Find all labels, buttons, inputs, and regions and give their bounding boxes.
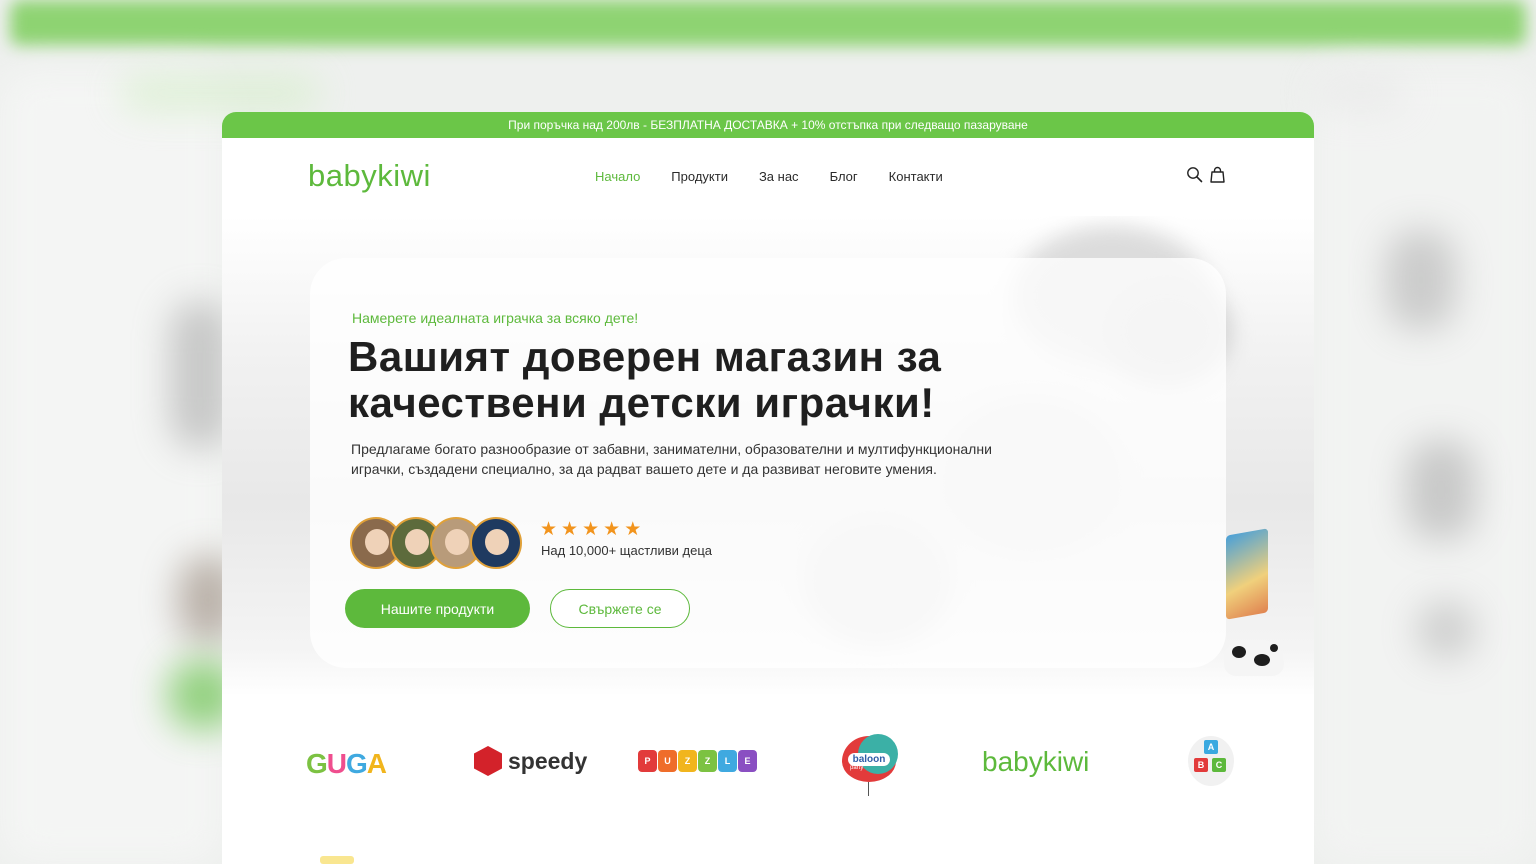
logo-letter: C <box>1212 758 1226 772</box>
shopping-bag-icon[interactable] <box>1209 166 1226 183</box>
logo-letter: P <box>638 750 657 772</box>
speedy-cube-icon <box>474 746 502 776</box>
brand-logo-abc[interactable]: A B C <box>1188 736 1234 786</box>
blurred-shape <box>1406 440 1476 540</box>
star-icon: ★ <box>603 518 621 540</box>
brands-strip: GUGA speedy P U Z Z L E baloon party bab… <box>222 732 1314 802</box>
promo-text: При поръчка над 200лв - БЕЗПЛАТНА ДОСТАВ… <box>508 118 1028 132</box>
hero-card: Намерете идеалната играчка за всяко дете… <box>310 258 1226 668</box>
logo-letter: Z <box>698 750 717 772</box>
hero-description: Предлагаме богато разнообразие от забавн… <box>351 441 992 477</box>
avatar <box>470 517 522 569</box>
toy-cow-image <box>1224 640 1284 676</box>
balloon-icon: baloon party <box>842 734 898 782</box>
star-icon: ★ <box>582 518 600 540</box>
star-icon: ★ <box>624 518 642 540</box>
next-section-heading-hint <box>320 856 354 864</box>
logo-letter: E <box>738 750 757 772</box>
contact-us-button[interactable]: Свържете се <box>550 589 690 628</box>
site-header: babykiwi Начало Продукти За нас Блог Кон… <box>222 138 1314 216</box>
brand-logo-babykiwi[interactable]: babykiwi <box>982 746 1089 778</box>
search-icon[interactable] <box>1186 166 1203 183</box>
brand-logo-puzzle[interactable]: P U Z Z L E <box>638 750 757 772</box>
blurred-shape <box>170 300 230 450</box>
hero-eyebrow: Намерете идеалната играчка за всяко дете… <box>352 310 639 326</box>
promo-bar: При поръчка над 200лв - БЕЗПЛАТНА ДОСТАВ… <box>222 112 1314 138</box>
logo-letter: L <box>718 750 737 772</box>
logo-letter: G <box>306 748 328 779</box>
balloon-subtitle: party <box>850 765 864 771</box>
nav-item-about[interactable]: За нас <box>759 169 799 184</box>
brand-logo-baloon-party[interactable]: baloon party <box>842 734 898 796</box>
logo-letter: A <box>1204 740 1218 754</box>
nav-item-products[interactable]: Продукти <box>671 169 728 184</box>
logo-letter: U <box>658 750 677 772</box>
nav-item-home[interactable]: Начало <box>595 169 640 184</box>
rating-stars: ★ ★ ★ ★ ★ <box>540 519 641 539</box>
hero-title-line2: качествени детски играчки! <box>348 379 935 426</box>
our-products-button[interactable]: Нашите продукти <box>345 589 530 628</box>
main-nav: Начало Продукти За нас Блог Контакти <box>595 169 943 184</box>
star-icon: ★ <box>561 518 579 540</box>
brand-logo-guga[interactable]: GUGA <box>306 748 387 780</box>
blurred-promo-bar <box>10 0 1526 46</box>
blurred-shape <box>1386 230 1456 330</box>
header-icons <box>1186 166 1226 183</box>
nav-item-contacts[interactable]: Контакти <box>889 169 943 184</box>
social-proof-text: Над 10,000+ щастливи деца <box>541 543 712 558</box>
site-logo[interactable]: babykiwi <box>308 158 431 194</box>
logo-letter: U <box>326 748 347 779</box>
customer-avatars <box>350 517 522 569</box>
balloon-wordmark: baloon <box>847 752 891 766</box>
logo-letter: B <box>1194 758 1208 772</box>
logo-letter: A <box>366 748 387 779</box>
balloon-string <box>868 782 869 796</box>
brand-logo-speedy[interactable]: speedy <box>474 746 587 776</box>
blurred-header-icons <box>1316 75 1406 111</box>
hero-title-line1: Вашият доверен магазин за <box>348 333 942 380</box>
speedy-wordmark: speedy <box>508 747 588 774</box>
nav-item-blog[interactable]: Блог <box>830 169 858 184</box>
blurred-left-panel <box>0 70 222 864</box>
toy-board-image <box>1226 528 1268 620</box>
logo-letter: G <box>346 748 368 779</box>
website-window: При поръчка над 200лв - БЕЗПЛАТНА ДОСТАВ… <box>222 112 1314 864</box>
blurred-logo <box>120 75 320 111</box>
hero-title: Вашият доверен магазин за качествени дет… <box>348 334 1048 426</box>
logo-letter: Z <box>678 750 697 772</box>
blurred-shape <box>1416 600 1476 660</box>
star-icon: ★ <box>540 518 558 540</box>
